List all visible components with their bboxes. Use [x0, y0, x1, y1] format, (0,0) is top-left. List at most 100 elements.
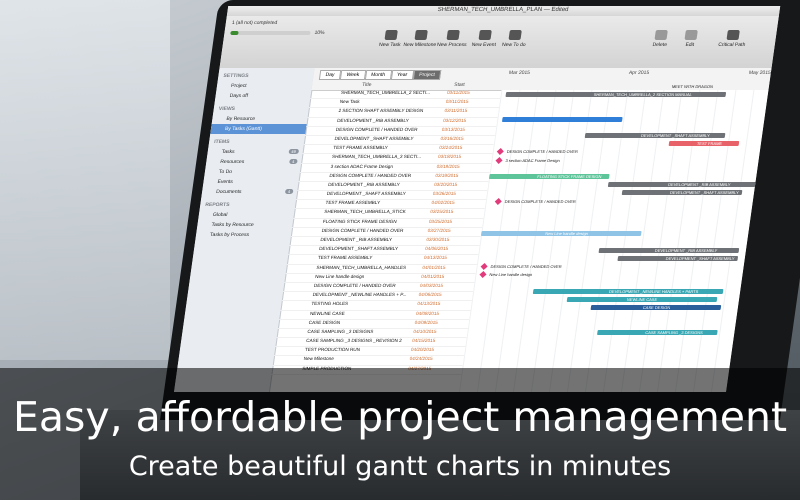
table-row[interactable]: CASE SAMPLING _3 DESIGNS 04/10/2015: [276, 328, 468, 339]
new-todo-button[interactable]: New To do: [496, 30, 533, 48]
zoom-project-button[interactable]: Project: [412, 70, 442, 80]
table-row[interactable]: DEVELOPMENT _NEWLINE HANDLES + P... 04/06…: [281, 292, 474, 302]
gantt-bar-label: DEVELOPMENT _SHAFT ASSEMBLY: [665, 256, 735, 261]
task-title: DEVELOPMENT _NEWLINE HANDLES + P...: [312, 292, 407, 298]
table-row[interactable]: TEST PRODUCTION RUN 04/20/2015: [273, 347, 466, 357]
task-title: SHERMAN_TECH_UMBRELLA_HANDLES: [316, 264, 407, 270]
sidebar-item-by-tasks-gantt-[interactable]: By Tasks (Gantt): [210, 124, 307, 134]
table-row[interactable]: DESIGN COMPLETE / HANDED OVER 04/03/2015: [283, 282, 475, 293]
table-row[interactable]: CASE DESIGN 04/08/2015: [277, 319, 470, 329]
sidebar-item-project[interactable]: Project: [216, 81, 312, 91]
table-row[interactable]: DEVELOPMENT _RIB ASSEMBLY 03/20/2015: [297, 181, 489, 192]
table-row[interactable]: SHERMAN_TECH_UMBRELLA_3 SECTI... 03/18/20…: [301, 154, 493, 164]
critical-path-button[interactable]: Critical Path: [714, 30, 751, 48]
task-title: FLOATING STICK FRAME DESIGN: [322, 218, 398, 224]
gantt-bar[interactable]: NEWLINE CASE: [566, 297, 718, 302]
table-row[interactable]: DEVELOPMENT _SHAFT ASSEMBLY 04/06/2015: [288, 246, 480, 256]
process-icon: [446, 30, 460, 40]
sidebar-item-tasks-by-process[interactable]: Tasks by Process: [195, 230, 291, 240]
table-row[interactable]: DESIGN COMPLETE / HANDED OVER 03/13/2015: [304, 126, 497, 136]
gantt-bar[interactable]: TEST FRAME: [668, 141, 740, 147]
gantt-bar[interactable]: DEVELOPMENT _SHAFT ASSEMBLY: [584, 133, 726, 138]
task-title: New Line handle design: [314, 273, 365, 279]
gantt-bar-label: New Line handle design: [544, 231, 589, 237]
table-row[interactable]: TEST FRAME ASSEMBLY 04/02/2015: [294, 200, 486, 210]
table-row[interactable]: CASE SAMPLING _3 DESIGNS _REVISION 2 04/1…: [275, 338, 467, 348]
task-start-date: 03/20/2015: [433, 181, 458, 187]
task-start-date: 04/13/2015: [423, 255, 448, 261]
sidebar-item-resources[interactable]: Resources 4: [206, 157, 302, 167]
table-row[interactable]: New Task 03/11/2015: [308, 99, 501, 109]
column-start-header[interactable]: Start: [454, 82, 465, 88]
task-start-date: 03/18/2015: [437, 154, 462, 160]
gantt-bar[interactable]: CASE DESIGN: [590, 305, 722, 311]
table-row[interactable]: TEST FRAME ASSEMBLY 03/24/2015: [302, 145, 494, 155]
table-row[interactable]: NEWLINE CASE 04/08/2015: [279, 310, 471, 320]
table-row[interactable]: SHERMAN_TECH_UMBRELLA_STICK 03/25/2015: [293, 209, 485, 219]
table-row[interactable]: SHERMAN_TECH_UMBRELLA_HANDLES 04/01/2015: [285, 264, 477, 274]
app-window: SHERMAN_TECH_UMBRELLA_PLAN — Edited 1 (a…: [174, 6, 781, 392]
sidebar-item-to-do[interactable]: To Do: [204, 167, 300, 177]
task-title: TEST FRAME ASSEMBLY: [317, 255, 373, 261]
gantt-bar[interactable]: CASE SAMPLING _3 DESIGNS: [597, 329, 718, 335]
new-process-button[interactable]: New Process: [434, 30, 471, 48]
table-row[interactable]: 3 section ADAC Frame Design 03/18/2015: [299, 163, 492, 173]
table-row[interactable]: New Milestone 04/24/2015: [272, 356, 464, 366]
task-start-date: 04/06/2015: [418, 292, 443, 298]
task-start-date: 04/20/2015: [410, 347, 435, 353]
task-title: DEVELOPMENT _RIB ASSEMBLY: [327, 181, 401, 187]
new-milestone-button[interactable]: New Milestone: [402, 30, 439, 48]
task-title: TEST FRAME ASSEMBLY: [325, 200, 381, 206]
table-row[interactable]: DESIGN COMPLETE / HANDED OVER 03/19/2015: [298, 172, 490, 182]
gantt-bar[interactable]: SHERMAN_TECH_UMBRELLA_2 SECTION MANUAL: [505, 92, 727, 97]
gantt-bar[interactable]: DEVELOPMENT _RIB ASSEMBLY: [598, 247, 740, 253]
sidebar-item-days-off[interactable]: Days off: [215, 91, 311, 101]
milestone-label: New Line handle design: [489, 272, 533, 278]
zoom-year-button[interactable]: Year: [390, 70, 414, 80]
table-row[interactable]: 2 SECTION SHAFT ASSEMBLY DESIGN 03/11/201…: [307, 108, 499, 118]
task-start-date: 03/27/2015: [427, 227, 452, 233]
sidebar-item-documents[interactable]: Documents 4: [201, 187, 297, 197]
task-start-date: 04/06/2015: [424, 246, 449, 252]
task-start-date: 03/11/2015: [444, 108, 468, 114]
gantt-bar[interactable]: DEVELOPMENT _SHAFT ASSEMBLY: [621, 190, 743, 196]
sidebar-item-label: Global: [212, 212, 228, 218]
table-row[interactable]: DEVELOPMENT _SHAFT ASSEMBLY 03/26/2015: [295, 191, 488, 201]
table-row[interactable]: New Line handle design 04/01/2015: [284, 273, 476, 283]
sidebar-item-global[interactable]: Global: [198, 210, 294, 220]
zoom-month-button[interactable]: Month: [364, 70, 392, 80]
task-title: CASE DESIGN: [308, 319, 341, 325]
table-row[interactable]: TEST FRAME ASSEMBLY 04/13/2015: [286, 255, 479, 265]
table-row[interactable]: FLOATING STICK FRAME DESIGN 03/25/2015: [292, 218, 484, 228]
task-title: DEVELOPMENT _SHAFT ASSEMBLY: [334, 135, 414, 141]
table-row[interactable]: SHERMAN_TECH_UMBRELLA_2 SECTI... 03/11/20…: [310, 90, 502, 100]
gantt-bar-label: DEVELOPMENT _NEWLINE HANDLES + PARTS: [608, 288, 699, 294]
sidebar-item-tasks-by-resource[interactable]: Tasks by Resource: [197, 220, 293, 230]
edit-button[interactable]: Edit: [672, 30, 709, 48]
table-row[interactable]: DEVELOPMENT _RIB ASSEMBLY 03/12/2015: [306, 117, 498, 127]
gantt-bar-label: NEWLINE CASE: [626, 297, 658, 302]
gantt-bar[interactable]: DEVELOPMENT _RIB ASSEMBLY: [607, 182, 759, 188]
column-title-header[interactable]: Title: [362, 82, 372, 88]
gantt-bar[interactable]: DEVELOPMENT _SHAFT ASSEMBLY: [617, 256, 739, 261]
gantt-bar[interactable]: DEVELOPMENT _NEWLINE HANDLES + PARTS: [532, 288, 724, 294]
sidebar-item-by-resource[interactable]: By Resource: [212, 114, 308, 124]
zoom-week-button[interactable]: Week: [339, 70, 366, 80]
gantt-bar-label: FLOATING STICK FRAME DESIGN: [536, 174, 602, 179]
table-row[interactable]: DEVELOPMENT _RIB ASSEMBLY 03/30/2015: [289, 237, 481, 247]
table-row[interactable]: TESTING HOLES 04/13/2015: [280, 301, 472, 311]
task-title: TESTING HOLES: [311, 301, 349, 307]
month-label: May 2015: [748, 70, 772, 76]
sidebar-item-events[interactable]: Events: [203, 177, 299, 187]
gantt-bar[interactable]: New Line handle design: [480, 231, 642, 237]
sidebar-item-label: Tasks by Process: [209, 232, 250, 238]
task-title: CASE SAMPLING _3 DESIGNS: [307, 328, 374, 334]
zoom-day-button[interactable]: Day: [318, 70, 342, 80]
sidebar-item-tasks[interactable]: Tasks 49: [207, 147, 303, 157]
task-title: 3 section ADAC Frame Design: [330, 163, 394, 169]
table-row[interactable]: DESIGN COMPLETE / HANDED OVER 03/27/2015: [290, 227, 483, 237]
gantt-bar[interactable]: [502, 116, 623, 122]
gantt-bar[interactable]: FLOATING STICK FRAME DESIGN: [488, 174, 610, 179]
table-row[interactable]: DEVELOPMENT _SHAFT ASSEMBLY 03/16/2015: [303, 135, 495, 146]
sidebar-item-label: Tasks: [221, 149, 235, 155]
